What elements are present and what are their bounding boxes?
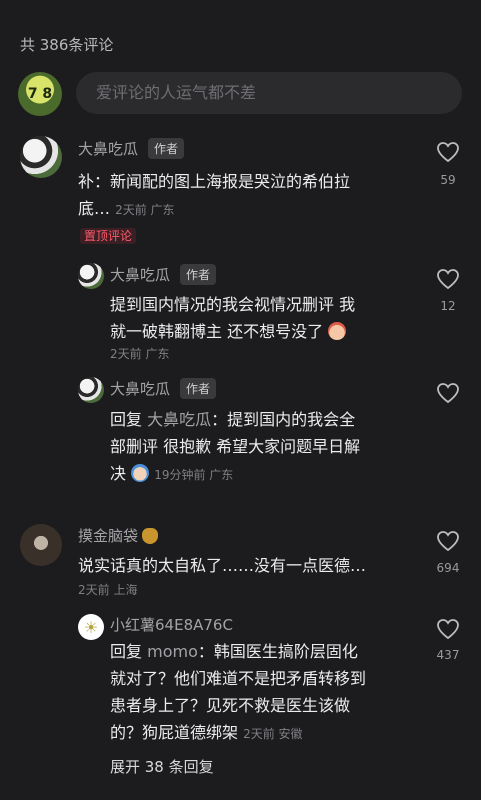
like-count: 694 — [436, 561, 460, 575]
crying-emoji-icon — [131, 464, 150, 482]
avatar[interactable]: ☀ — [78, 614, 104, 640]
comment-line: 回复 momo：韩国医生搞阶层固化 — [110, 638, 415, 665]
comment-composer: 7 8 爱评论的人运气都不差 — [18, 72, 462, 116]
my-avatar[interactable]: 7 8 — [18, 72, 62, 116]
reply-prefix: 回复 — [110, 410, 143, 429]
author-badge: 作者 — [180, 378, 217, 399]
heart-icon — [437, 383, 459, 404]
author-name[interactable]: 大鼻吃瓜 — [110, 378, 170, 399]
comment-line: 底… — [78, 199, 111, 218]
like-button[interactable] — [436, 618, 460, 644]
comment-line-with-meta: 底… 2天前 广东 — [78, 195, 423, 224]
comment-line: 患者身上了？见死不救是医生该做 — [110, 696, 351, 715]
like-button[interactable] — [436, 268, 460, 294]
like-count: 12 — [440, 299, 456, 313]
pinned-badge: 置顶评论 — [80, 228, 137, 244]
mention-link[interactable]: 大鼻吃瓜 — [147, 410, 211, 429]
author-name[interactable]: 大鼻吃瓜 — [110, 264, 170, 285]
avatar[interactable] — [20, 524, 62, 566]
author-name[interactable]: 小红薯64E8A76C — [110, 616, 233, 634]
comment-line: 决 — [110, 464, 127, 483]
peach-emoji-icon — [328, 322, 347, 340]
avatar[interactable] — [78, 263, 104, 289]
reply-prefix: 回复 — [110, 642, 143, 661]
money-bag-emoji-icon — [142, 527, 159, 544]
expand-replies-button[interactable]: 展开 38 条回复 — [110, 756, 214, 777]
comment-line-with-meta: 决 19分钟前 广东 — [110, 460, 410, 489]
like-count: 437 — [436, 648, 460, 662]
comment-line: 的？狗屁道德绑架 — [110, 723, 239, 742]
heart-icon — [437, 142, 459, 163]
heart-icon — [437, 269, 459, 290]
comment-line: 说实话真的太自私了……没有一点医德… — [78, 556, 367, 575]
comment-input[interactable]: 爱评论的人运气都不差 — [76, 72, 462, 114]
comment-text[interactable]: 提到国内情况的我会视情况删评 我 就一破韩翻博主 还不想号没了 — [110, 291, 410, 345]
author-name[interactable]: 摸金脑袋 — [78, 525, 138, 546]
comment-line: 补：新闻配的图上海报是哭泣的希伯拉 — [78, 172, 351, 191]
comment-line: 就对了？他们难道不是把矛盾转移到 — [110, 669, 367, 688]
comment-line-with-meta: 的？狗屁道德绑架 2天前 安徽 — [110, 719, 415, 748]
comment-line: ：韩国医生搞阶层固化 — [197, 642, 358, 661]
author-badge: 作者 — [148, 138, 185, 159]
comment-text[interactable]: 说实话真的太自私了……没有一点医德… — [78, 552, 423, 579]
comment-line-with-emoji: 就一破韩翻博主 还不想号没了 — [110, 318, 410, 345]
heart-icon — [437, 619, 459, 640]
sun-icon: ☀ — [83, 617, 99, 637]
comment-line: ：提到国内的我会全 — [211, 410, 356, 429]
comment-line: 部删评 很抱歉 希望大家问题早日解 — [110, 437, 361, 456]
comment-meta: 19分钟前 广东 — [154, 468, 234, 482]
comment-meta: 2天前 安徽 — [243, 727, 303, 741]
mention-link[interactable]: momo — [147, 642, 198, 661]
comment-count: 共 386条评论 — [20, 36, 114, 54]
author-name[interactable]: 大鼻吃瓜 — [78, 138, 138, 159]
like-button[interactable] — [436, 530, 460, 556]
comment-text[interactable]: 回复 momo：韩国医生搞阶层固化 就对了？他们难道不是把矛盾转移到 患者身上了… — [110, 638, 415, 748]
comment-text[interactable]: 补：新闻配的图上海报是哭泣的希伯拉 底… 2天前 广东 — [78, 168, 423, 224]
author-badge: 作者 — [180, 264, 217, 285]
comment-meta: 2天前 上海 — [78, 583, 138, 597]
comment-meta: 2天前 广东 — [110, 347, 170, 361]
avatar[interactable] — [78, 377, 104, 403]
comment-line: 提到国内情况的我会视情况删评 我 — [110, 295, 356, 314]
comment-line: 就一破韩翻博主 还不想号没了 — [110, 322, 324, 341]
comment-meta: 2天前 广东 — [115, 203, 175, 217]
heart-icon — [437, 531, 459, 552]
like-button[interactable] — [436, 382, 460, 408]
like-count: 59 — [440, 173, 456, 187]
like-button[interactable] — [436, 141, 460, 167]
avatar[interactable] — [20, 136, 62, 178]
comment-line: 回复 大鼻吃瓜：提到国内的我会全 — [110, 406, 410, 433]
comment-text[interactable]: 回复 大鼻吃瓜：提到国内的我会全 部删评 很抱歉 希望大家问题早日解 决 19分… — [110, 406, 410, 489]
